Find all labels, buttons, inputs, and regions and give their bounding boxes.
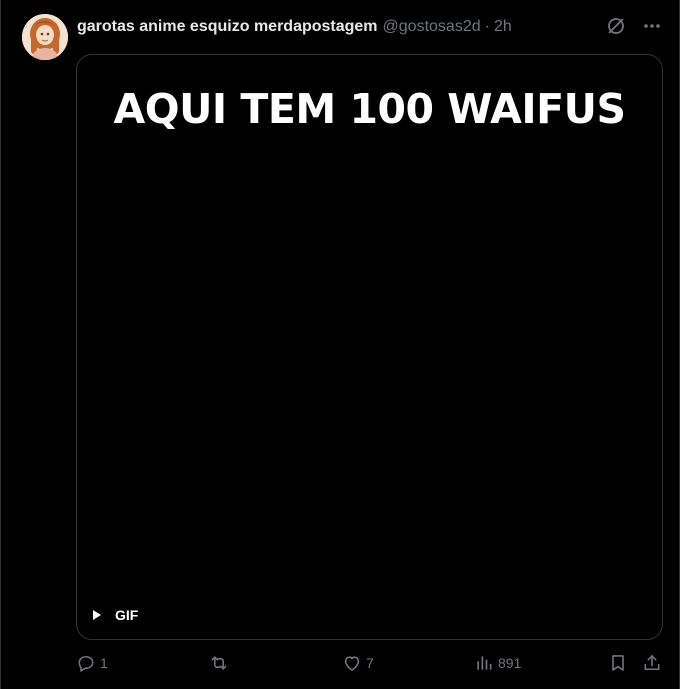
views-icon [477,656,492,670]
media-caption: AQUI TEM 100 WAIFUS [113,85,626,133]
views-count: 891 [498,655,522,671]
avatar[interactable] [22,14,68,60]
tweet[interactable]: garotas anime esquizo merdapostagem @gos… [0,0,680,689]
author-display-name[interactable]: garotas anime esquizo merdapostagem [77,17,378,37]
repost-icon [211,656,227,670]
reply-button[interactable]: 1 [76,653,108,673]
reply-count: 1 [100,655,108,671]
gif-badge[interactable]: GIF [93,607,138,623]
gif-media[interactable]: AQUI TEM 100 WAIFUS GIF [76,54,663,640]
grok-icon[interactable] [605,15,627,37]
post-time[interactable]: 2h [494,17,512,37]
post-top-actions [605,15,663,37]
reply-icon [78,655,94,672]
separator-dot: · [484,18,490,35]
more-icon[interactable] [641,15,663,37]
share-icon [644,655,660,671]
repost-button[interactable] [208,653,234,673]
like-count: 7 [366,655,374,671]
post-actions: 1 7 891 [76,653,661,677]
bookmark-button[interactable] [608,653,628,673]
share-button[interactable] [642,653,662,673]
author-handle[interactable]: @gostosas2d [383,17,481,37]
post-header: garotas anime esquizo merdapostagem @gos… [77,17,512,37]
gif-label: GIF [115,607,139,623]
like-icon [344,656,360,671]
bookmark-icon [612,655,624,671]
play-icon[interactable] [93,610,101,620]
like-button[interactable]: 7 [342,653,374,673]
views-button[interactable]: 891 [474,653,521,673]
